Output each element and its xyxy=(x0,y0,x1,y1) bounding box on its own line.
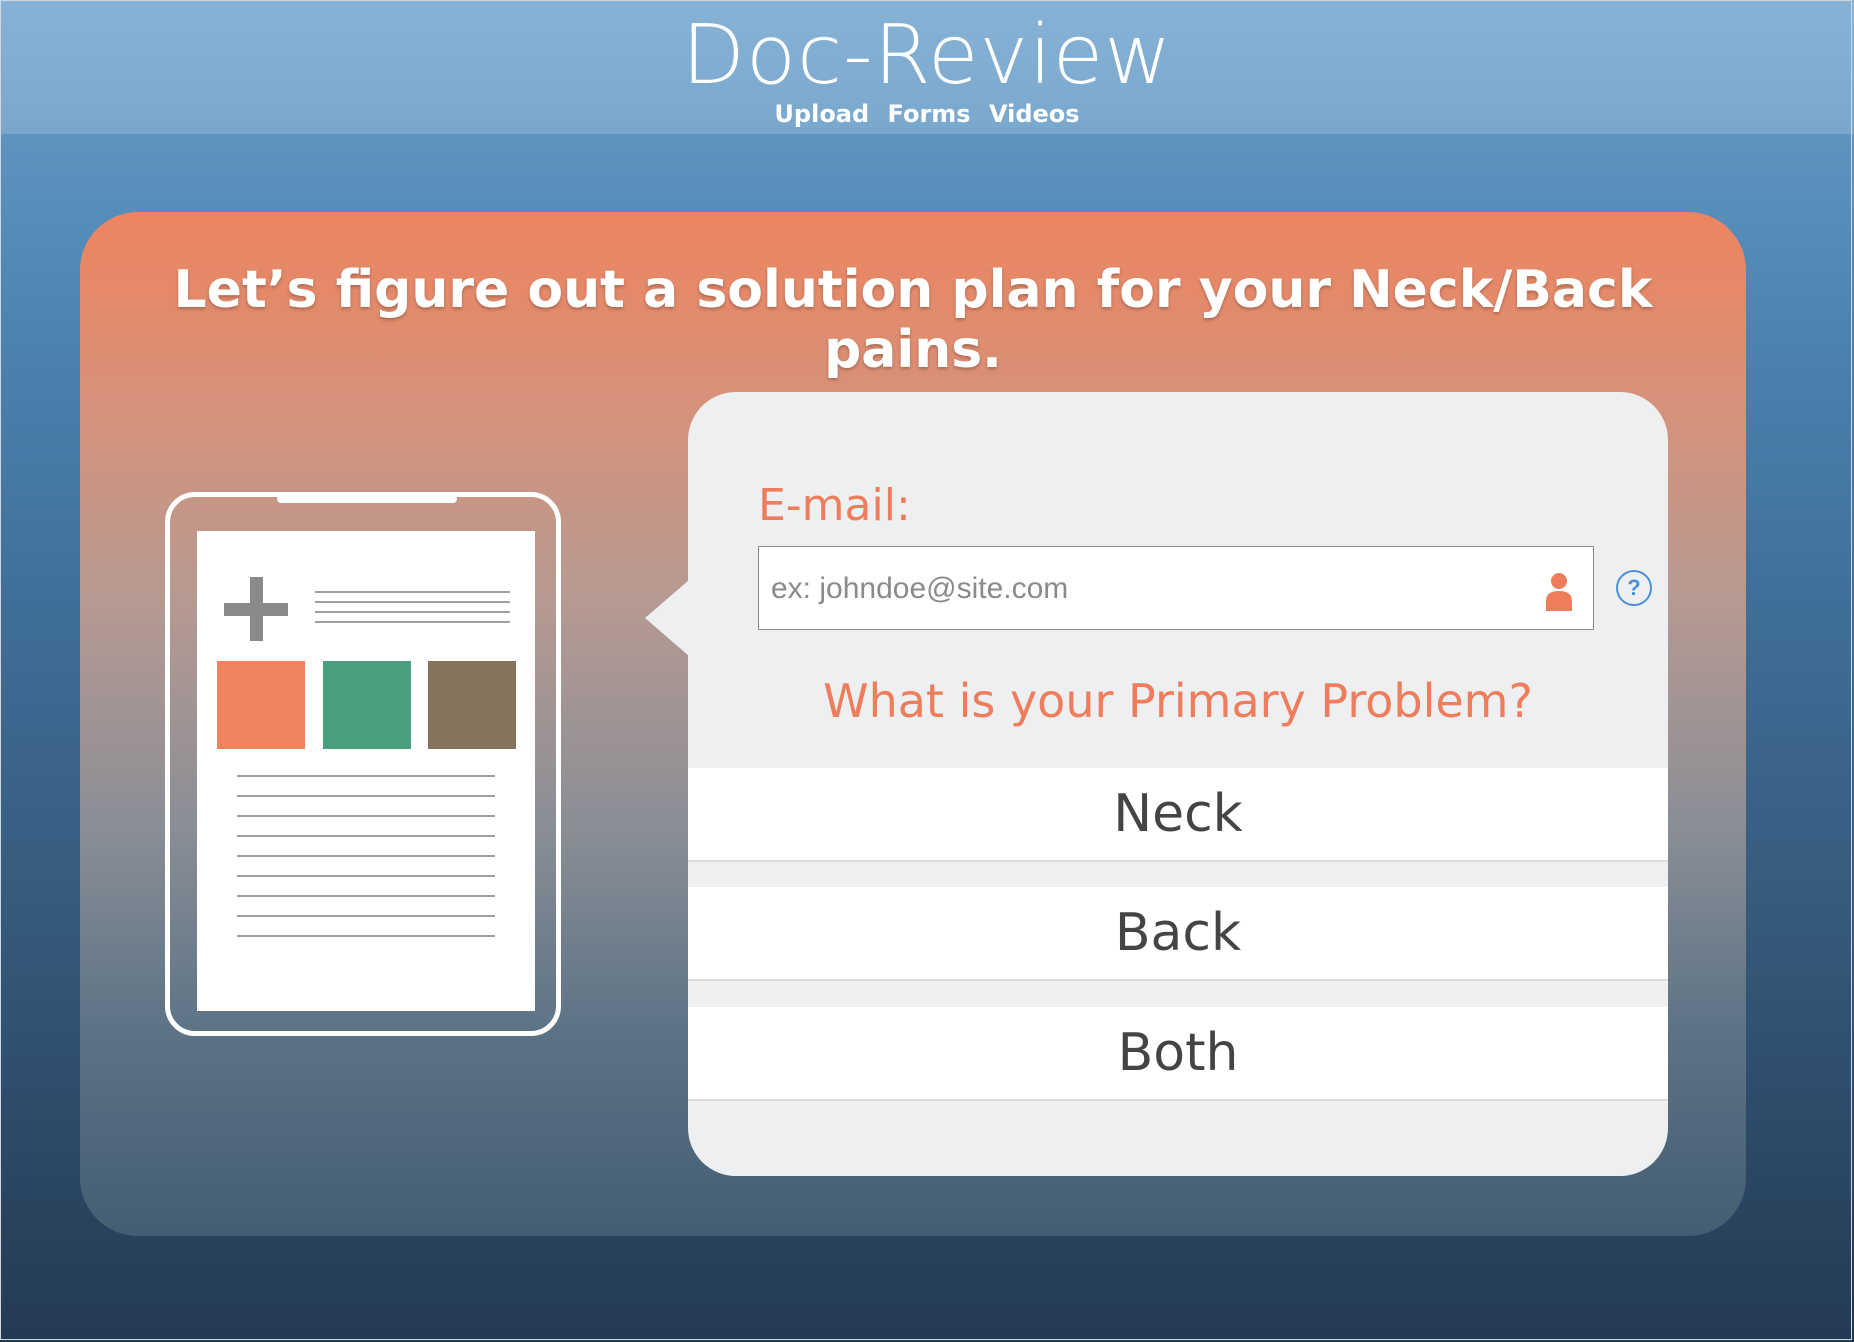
doc-line xyxy=(237,795,495,797)
help-icon[interactable]: ? xyxy=(1616,570,1652,606)
email-field[interactable] xyxy=(758,546,1594,631)
doc-line xyxy=(237,855,495,857)
color-block-orange xyxy=(217,661,305,749)
app-title: Doc-Review xyxy=(681,8,1173,103)
tablet-notch xyxy=(277,495,457,503)
option-back-button[interactable]: Back xyxy=(688,887,1668,981)
option-neck-button[interactable]: Neck xyxy=(688,768,1668,862)
top-nav: Upload Forms Videos xyxy=(0,100,1854,128)
color-block-brown xyxy=(428,661,516,749)
person-icon xyxy=(1546,573,1572,611)
document-sheet xyxy=(197,531,535,1011)
page-headline: Let’s figure out a solution plan for you… xyxy=(173,260,1653,380)
doc-line xyxy=(237,935,495,937)
form-card: E-mail: ? What is your Primary Problem? … xyxy=(688,392,1668,1176)
color-block-green xyxy=(323,661,411,749)
doc-line xyxy=(237,875,495,877)
tablet-document-icon xyxy=(165,492,561,1036)
nav-forms[interactable]: Forms xyxy=(888,100,971,128)
doc-line xyxy=(237,895,495,897)
email-label: E-mail: xyxy=(758,480,911,531)
doc-line xyxy=(237,915,495,917)
header-bar: Doc-Review Upload Forms Videos xyxy=(0,0,1854,134)
main-panel: Let’s figure out a solution plan for you… xyxy=(80,212,1746,1236)
plus-icon-stroke xyxy=(250,577,263,641)
bubble-tail xyxy=(645,580,689,656)
doc-line xyxy=(315,591,510,593)
email-input[interactable] xyxy=(769,547,1533,631)
doc-line xyxy=(315,611,510,613)
doc-line xyxy=(315,621,510,623)
doc-line xyxy=(237,815,495,817)
nav-upload[interactable]: Upload xyxy=(774,100,869,128)
option-both-button[interactable]: Both xyxy=(688,1007,1668,1101)
primary-problem-question: What is your Primary Problem? xyxy=(823,674,1533,728)
doc-line xyxy=(237,775,495,777)
doc-line xyxy=(315,601,510,603)
doc-line xyxy=(237,835,495,837)
nav-videos[interactable]: Videos xyxy=(989,100,1080,128)
